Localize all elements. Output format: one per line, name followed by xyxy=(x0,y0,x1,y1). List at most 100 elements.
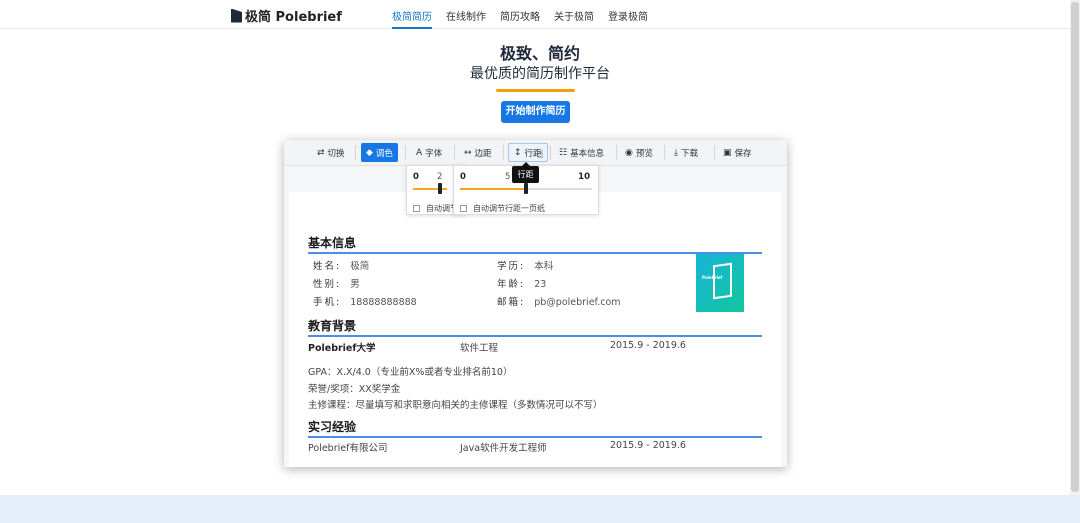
degree-label: 学历: xyxy=(497,261,526,272)
switch-label: 切换 xyxy=(327,148,345,159)
gender-row: 性别: 男 xyxy=(313,276,360,290)
preview-label: 预览 xyxy=(635,148,653,159)
save-label: 保存 xyxy=(734,148,752,159)
spacing-auto-checkbox[interactable]: 自动调节行距一页纸 xyxy=(460,203,545,214)
basic-info-label: 基本信息 xyxy=(570,148,605,159)
brand-name: 极简 Polebrief xyxy=(245,10,342,25)
nav-link-login[interactable]: 登录极简 xyxy=(608,0,648,29)
logo-icon xyxy=(231,8,242,23)
vertical-arrows-icon: ↕ xyxy=(514,147,522,158)
font-icon: A xyxy=(416,147,423,158)
spacing-auto-label: 自动调节行距一页纸 xyxy=(473,204,545,213)
toolbar-divider xyxy=(503,145,504,160)
margin-slider-thumb[interactable] xyxy=(438,183,442,194)
switch-template-button[interactable]: ⇄ 切换 xyxy=(312,143,350,162)
age-row: 年龄: 23 xyxy=(497,276,546,290)
top-nav: 极简 Polebrief 极简简历 在线制作 简历攻略 关于极简 登录极简 xyxy=(0,0,1080,29)
resume-editor-preview: ⇄ 切换 ◆ 调色 A 字体 ↔ 边距 ↕ 行距 ☷ 基本信息 ◉ 预览 ⤓ 下… xyxy=(284,140,787,467)
save-button[interactable]: ▣ 保存 xyxy=(718,143,757,162)
phone-value: 18888888888 xyxy=(350,297,417,308)
font-label: 字体 xyxy=(425,148,443,159)
education-gpa: GPA：X.X/4.0（专业前X%或者专业排名前10） xyxy=(308,367,513,378)
internship-company: Polebrief有限公司 xyxy=(308,443,388,454)
age-label: 年龄: xyxy=(497,279,526,290)
spacing-max-label: 10 xyxy=(578,172,590,182)
swap-icon: ⇄ xyxy=(317,147,325,158)
nav-link-about[interactable]: 关于极简 xyxy=(554,0,594,29)
start-resume-button[interactable]: 开始制作简历 xyxy=(501,101,570,123)
phone-label: 手机: xyxy=(313,297,342,308)
phone-row: 手机: 18888888888 xyxy=(313,294,417,308)
margin-label: 边距 xyxy=(474,148,492,159)
margin-auto-checkbox[interactable]: 自动调节 xyxy=(413,203,458,214)
editor-toolbar: ⇄ 切换 ◆ 调色 A 字体 ↔ 边距 ↕ 行距 ☷ 基本信息 ◉ 预览 ⤓ 下… xyxy=(284,140,787,166)
footer-band xyxy=(0,495,1080,523)
age-value: 23 xyxy=(534,279,547,290)
email-label: 邮箱: xyxy=(497,297,526,308)
degree-row: 学历: 本科 xyxy=(497,258,553,272)
list-icon: ☷ xyxy=(559,147,568,158)
hero-subtitle: 最优质的简历制作平台 xyxy=(470,66,610,82)
nav-link-resume-guide[interactable]: 简历攻略 xyxy=(500,0,540,29)
paint-bucket-icon: ◆ xyxy=(366,147,373,158)
gender-label: 性别: xyxy=(313,279,342,290)
section-education-title: 教育背景 xyxy=(308,317,762,337)
toolbar-divider xyxy=(454,145,455,160)
spacing-slider-fill xyxy=(460,188,526,190)
save-icon: ▣ xyxy=(723,147,732,158)
basic-info-button[interactable]: ☷ 基本信息 xyxy=(554,143,609,162)
education-major: 软件工程 xyxy=(460,343,499,354)
education-honors: 荣誉/奖项：XX奖学金 xyxy=(308,384,401,395)
checkbox-icon xyxy=(460,205,467,212)
download-button[interactable]: ⤓ 下载 xyxy=(669,143,703,162)
toolbar-divider xyxy=(405,145,406,160)
internship-role: Java软件开发工程师 xyxy=(460,443,547,454)
section-basic-info-title: 基本信息 xyxy=(308,234,762,254)
name-row: 姓名: 极简 xyxy=(313,258,369,272)
hero-title: 极致、简约 xyxy=(499,44,580,63)
toolbar-divider xyxy=(355,145,356,160)
name-value: 极简 xyxy=(350,261,370,272)
brand-logo[interactable]: 极简 Polebrief xyxy=(231,6,342,25)
spacing-slider-thumb[interactable] xyxy=(524,183,528,194)
page-scrollbar[interactable] xyxy=(1070,0,1080,495)
degree-value: 本科 xyxy=(534,261,554,272)
toolbar-divider xyxy=(664,145,665,160)
hand-cursor-icon: ☝ xyxy=(537,148,544,161)
download-label: 下载 xyxy=(680,148,698,159)
scrollbar-thumb[interactable] xyxy=(1071,2,1079,492)
avatar[interactable]: Polebrief xyxy=(696,254,744,312)
color-label: 调色 xyxy=(375,148,393,159)
nav-link-online-create[interactable]: 在线制作 xyxy=(446,0,486,29)
internship-period: 2015.9 - 2019.6 xyxy=(610,440,686,451)
education-courses: 主修课程：尽量填写和求职意向相关的主修课程（多数情况可以不写） xyxy=(308,400,603,411)
margin-min-label: 0 xyxy=(413,172,419,182)
nav-links: 极简简历 在线制作 简历攻略 关于极简 登录极简 xyxy=(392,0,662,29)
line-spacing-tooltip: 行距 xyxy=(512,162,539,183)
nav-link-home[interactable]: 极简简历 xyxy=(392,0,432,29)
horizontal-arrows-icon: ↔ xyxy=(464,147,472,158)
spacing-mid-label: 5 xyxy=(505,172,511,182)
color-button[interactable]: ◆ 调色 xyxy=(361,143,398,162)
spacing-min-label: 0 xyxy=(460,172,466,182)
email-value: pb@polebrief.com xyxy=(534,297,621,308)
toolbar-divider xyxy=(550,145,551,160)
font-button[interactable]: A 字体 xyxy=(411,143,447,162)
education-period: 2015.9 - 2019.6 xyxy=(610,340,686,351)
avatar-caption: Polebrief xyxy=(702,275,723,280)
checkbox-icon xyxy=(413,205,420,212)
education-school: Polebrief大学 xyxy=(308,343,376,354)
name-label: 姓名: xyxy=(313,261,342,272)
toolbar-divider xyxy=(616,145,617,160)
resume-paper: 基本信息 姓名: 极简 性别: 男 手机: 18888888888 学历: 本科… xyxy=(289,192,781,467)
logo-frame-icon xyxy=(713,262,732,300)
hero-underline xyxy=(496,89,575,92)
preview-button[interactable]: ◉ 预览 xyxy=(620,143,658,162)
section-internship-title: 实习经验 xyxy=(308,418,762,438)
gender-value: 男 xyxy=(350,279,360,290)
margin-value-label: 2 xyxy=(437,172,443,182)
download-icon: ⤓ xyxy=(674,147,678,158)
toolbar-divider xyxy=(714,145,715,160)
eye-icon: ◉ xyxy=(625,147,633,158)
margin-button[interactable]: ↔ 边距 xyxy=(459,143,497,162)
